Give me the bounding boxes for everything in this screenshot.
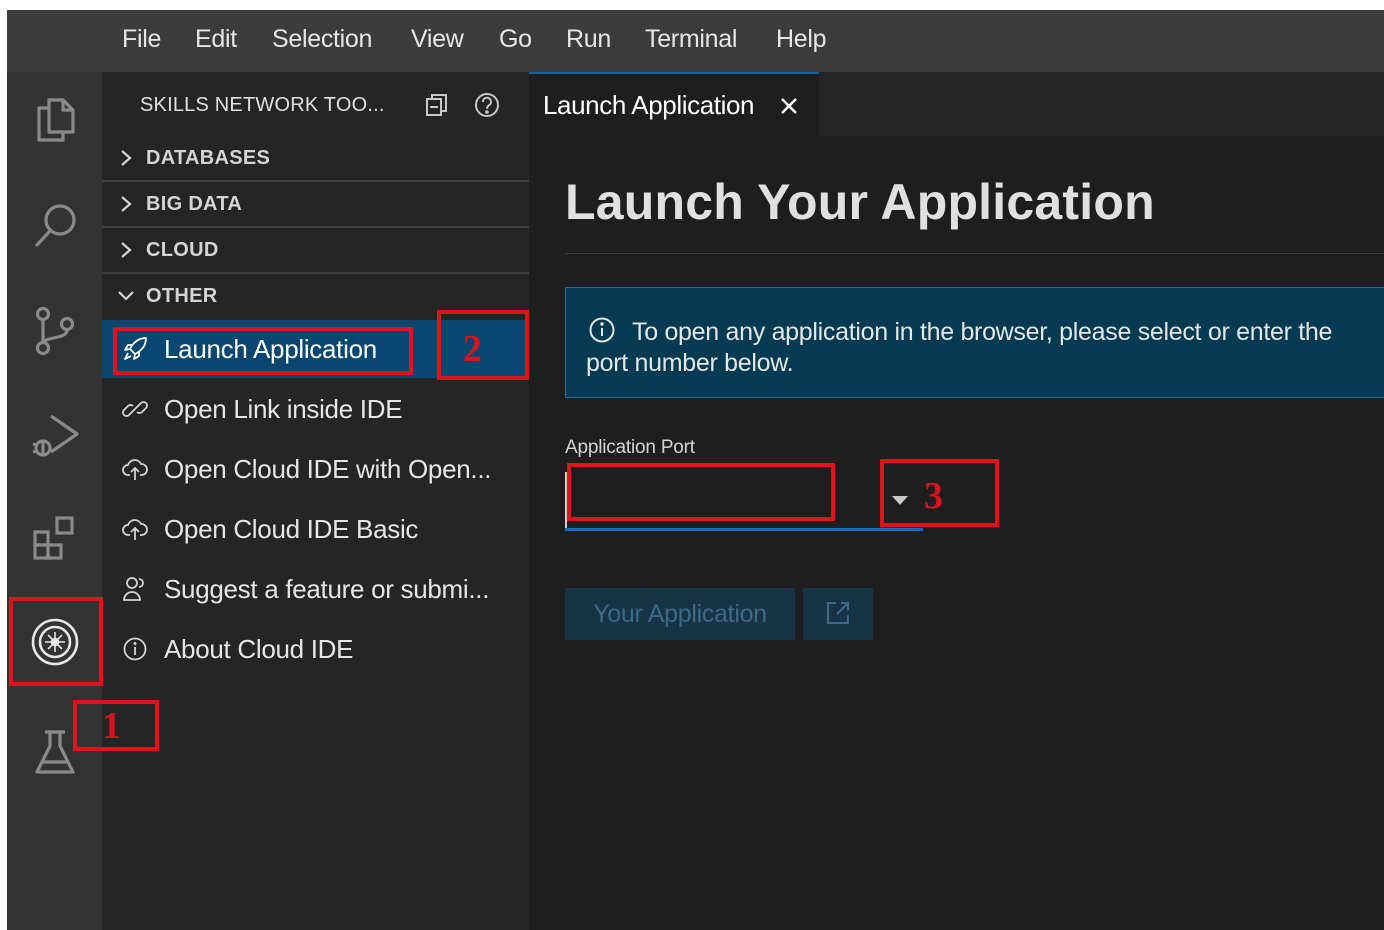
tab-launch-application[interactable]: Launch Application (529, 72, 819, 136)
sidebar-item-open-cloud-ide-basic[interactable]: Open Cloud IDE Basic (102, 500, 529, 558)
sidebar-title: SKILLS NETWORK TOO... (140, 94, 385, 116)
item-label: About Cloud IDE (164, 634, 354, 664)
close-icon[interactable] (779, 96, 799, 116)
menu-help[interactable]: Help (776, 25, 827, 54)
section-label: OTHER (146, 285, 218, 307)
search-icon[interactable] (29, 200, 81, 252)
ide-window: File Edit Selection View Go Run Terminal… (7, 10, 1384, 930)
source-control-icon[interactable] (29, 304, 81, 356)
section-databases[interactable]: DATABASES (102, 136, 529, 180)
annotation-number-1: 1 (102, 705, 121, 747)
activity-bar (7, 72, 102, 930)
extensions-icon[interactable] (29, 512, 81, 564)
cloud-upload-icon (122, 519, 148, 540)
sidebar-item-about-cloud-ide[interactable]: About Cloud IDE (102, 620, 529, 678)
editor-tab-bar: Launch Application (529, 72, 1384, 136)
sidebar-item-suggest-feature[interactable]: Suggest a feature or submi... (102, 560, 529, 618)
menu-terminal[interactable]: Terminal (645, 25, 737, 54)
chevron-down-icon (118, 291, 134, 301)
annotation-box-2 (437, 310, 529, 380)
cloud-upload-icon (122, 459, 148, 480)
item-label: Open Cloud IDE with Open... (164, 454, 492, 484)
external-link-icon (827, 601, 849, 624)
annotation-number-3: 3 (924, 475, 943, 517)
open-external-button[interactable] (803, 588, 873, 640)
menu-go[interactable]: Go (499, 25, 532, 54)
tab-label: Launch Application (543, 90, 755, 120)
help-icon[interactable] (472, 90, 502, 120)
chevron-right-icon (121, 242, 132, 258)
sidebar: SKILLS NETWORK TOO... DATABASES BIG DATA (102, 72, 529, 930)
menu-selection[interactable]: Selection (272, 25, 372, 54)
run-debug-icon[interactable] (29, 408, 81, 460)
section-label: DATABASES (146, 147, 271, 169)
info-notification: To open any application in the browser, … (565, 287, 1384, 398)
info-icon (123, 637, 147, 661)
annotation-number-2: 2 (463, 328, 482, 370)
sidebar-item-open-cloud-ide-open[interactable]: Open Cloud IDE with Open... (102, 440, 529, 498)
sidebar-item-open-link[interactable]: Open Link inside IDE (102, 380, 529, 438)
item-label: Open Cloud IDE Basic (164, 514, 419, 544)
menu-bar: File Edit Selection View Go Run Terminal… (7, 10, 1384, 72)
section-label: CLOUD (146, 239, 219, 261)
menu-view[interactable]: View (411, 25, 464, 54)
section-big-data[interactable]: BIG DATA (102, 182, 529, 226)
item-label: Suggest a feature or submi... (164, 574, 490, 604)
menu-run[interactable]: Run (566, 25, 611, 54)
person-icon (123, 577, 144, 601)
page-title: Launch Your Application (565, 174, 1155, 230)
explorer-icon[interactable] (29, 94, 81, 146)
port-label: Application Port (565, 437, 695, 458)
annotation-box-2-target (113, 327, 413, 375)
divider (565, 253, 1384, 254)
annotation-box-3-target (567, 463, 835, 521)
info-text: To open any application in the browser, … (586, 318, 1333, 377)
chevron-right-icon (121, 150, 132, 166)
your-application-button[interactable]: Your Application (565, 588, 795, 640)
menu-edit[interactable]: Edit (195, 25, 237, 54)
collapse-all-icon[interactable] (422, 90, 452, 120)
port-input-underline (565, 528, 923, 531)
link-icon (122, 401, 148, 417)
item-label: Open Link inside IDE (164, 394, 403, 424)
menu-file[interactable]: File (122, 25, 161, 54)
chevron-right-icon (121, 196, 132, 212)
section-cloud[interactable]: CLOUD (102, 228, 529, 272)
annotation-box-1 (9, 597, 103, 686)
section-label: BIG DATA (146, 193, 243, 215)
